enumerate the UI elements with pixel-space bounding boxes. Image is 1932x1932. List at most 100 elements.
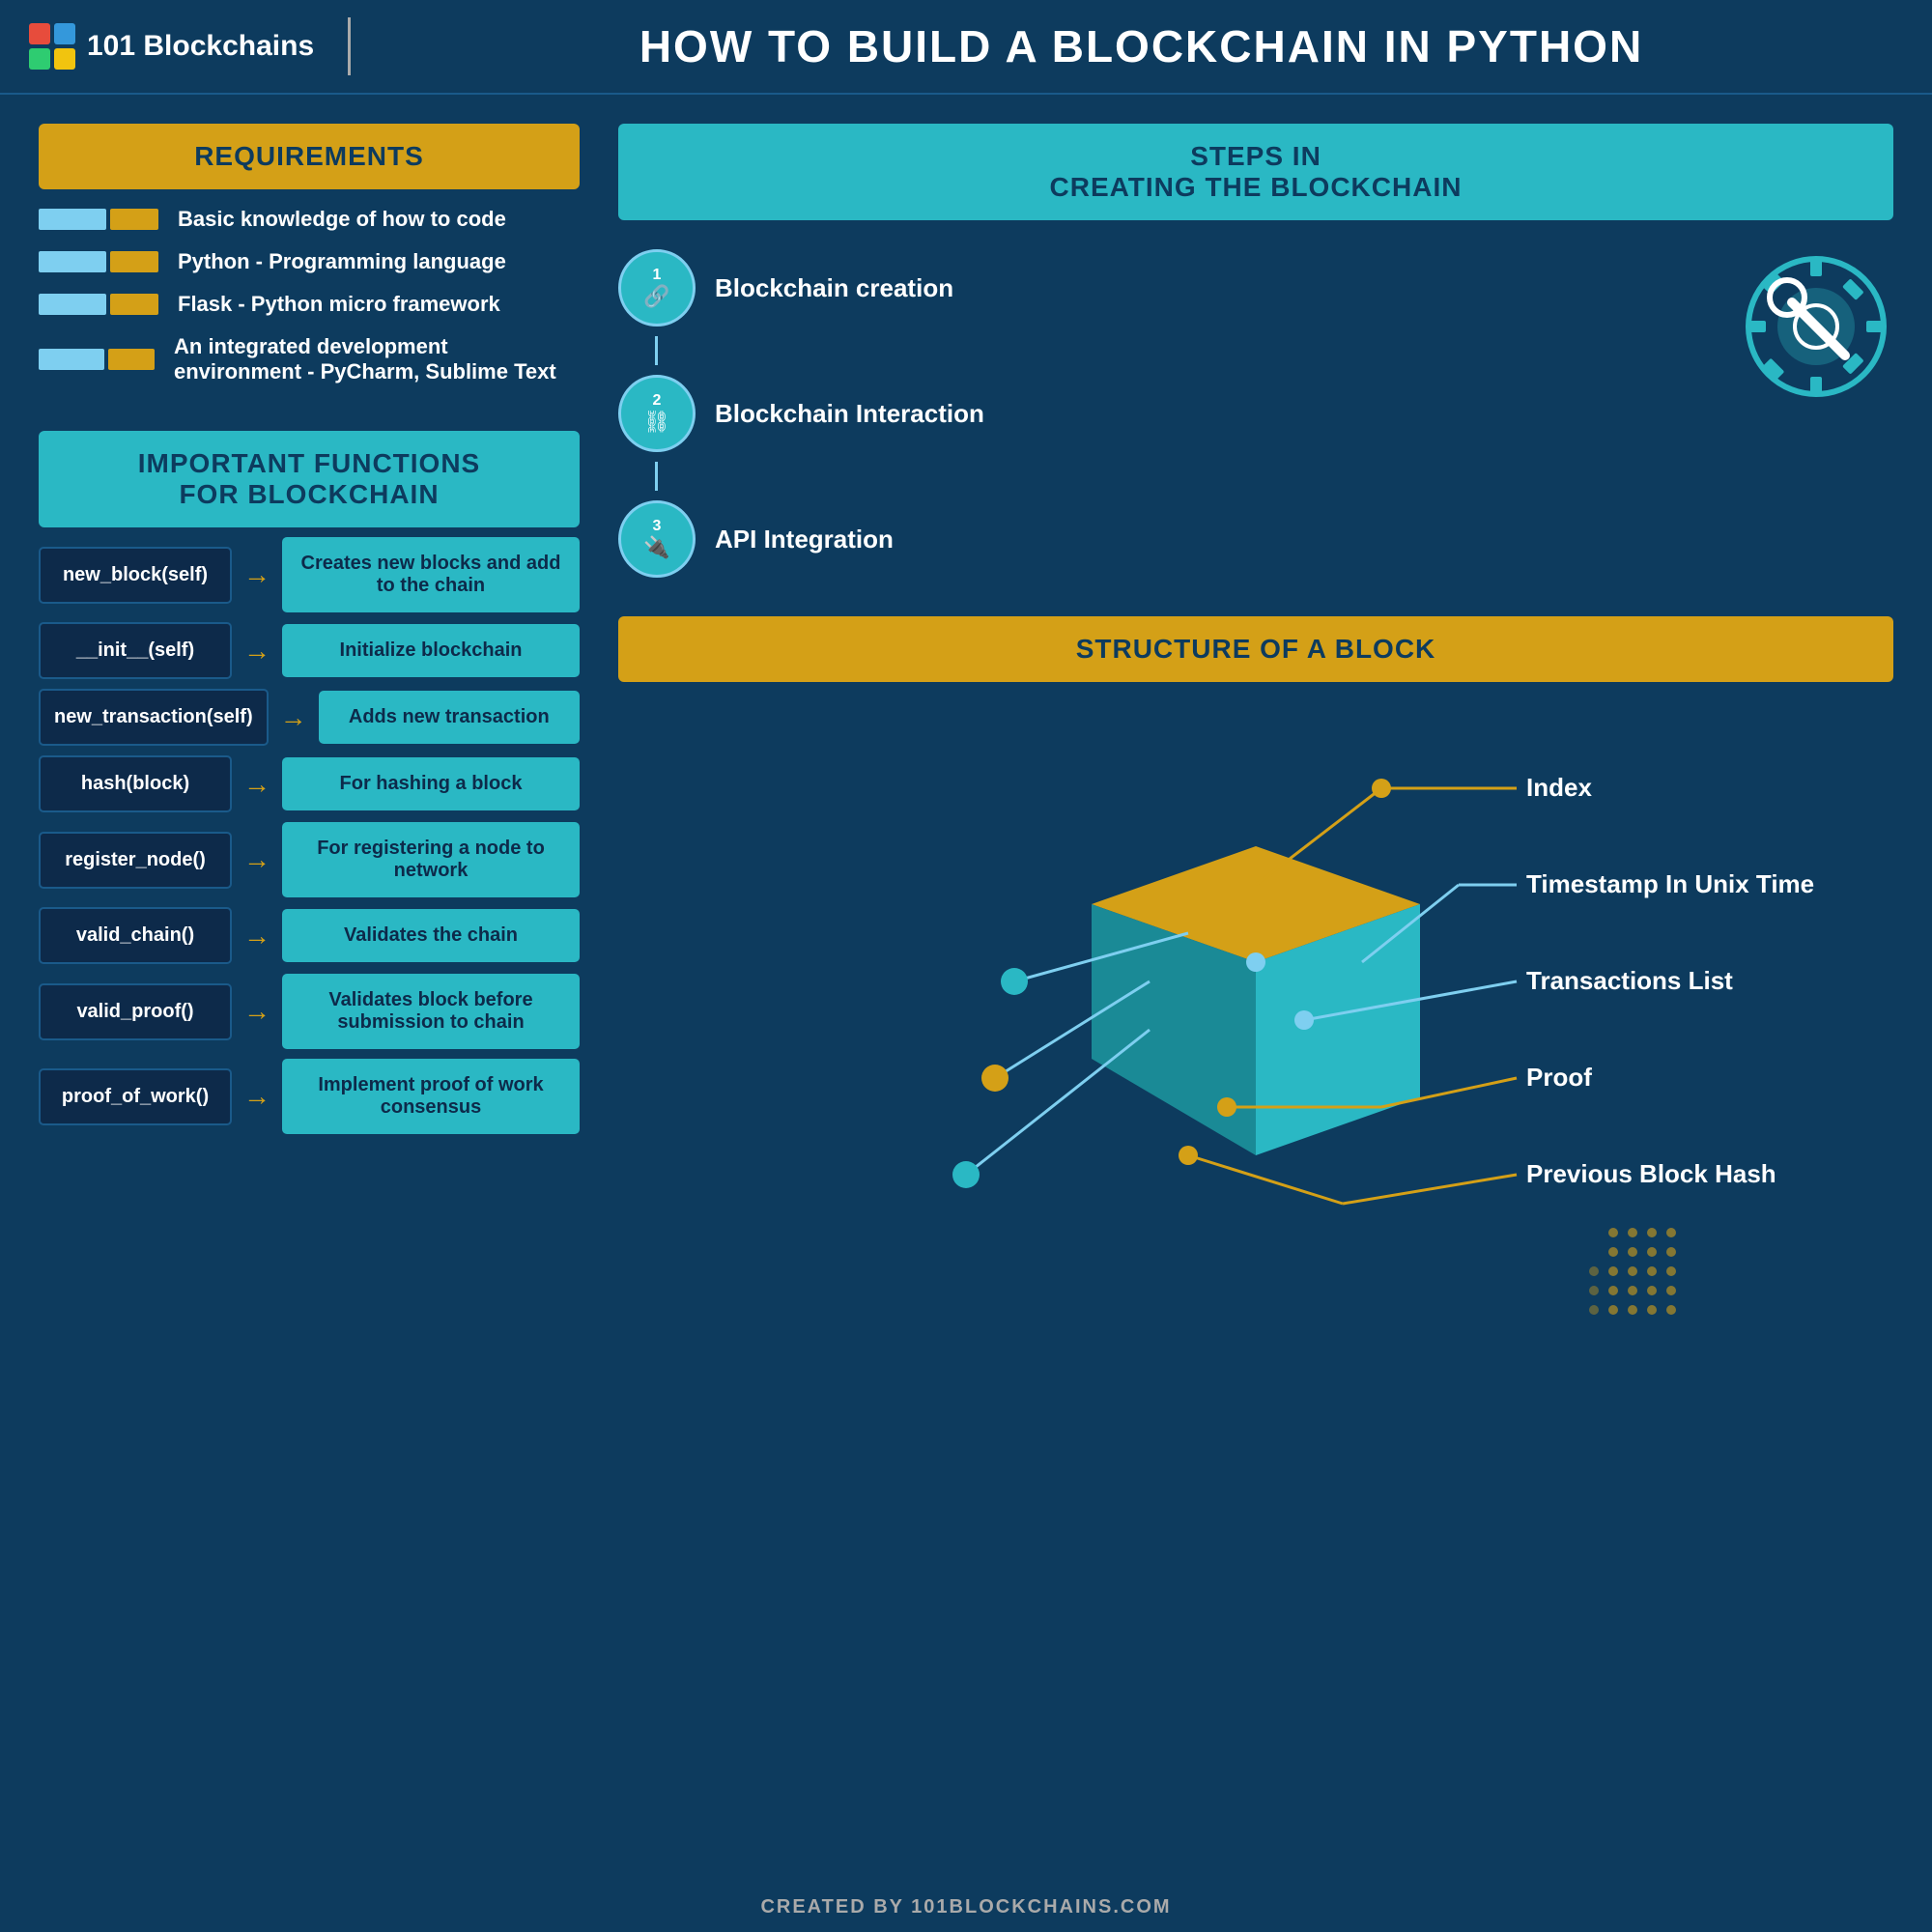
tools-icon — [1739, 249, 1893, 404]
fn-name-4: register_node() — [39, 832, 232, 889]
block-structure-svg: Index Timestamp In Unix Time Transaction… — [618, 692, 1893, 1349]
steps-header: STEPS IN CREATING THE BLOCKCHAIN — [618, 124, 1893, 220]
step-label-2: API Integration — [715, 525, 894, 554]
fn-item-4: register_node() → For registering a node… — [39, 822, 580, 897]
svg-text:Proof: Proof — [1526, 1063, 1592, 1092]
requirements-list: Basic knowledge of how to code Python - … — [39, 207, 580, 384]
fn-item-6: valid_proof() → Validates block before s… — [39, 974, 580, 1049]
fn-item-1: __init__(self) → Initialize blockchain — [39, 622, 580, 679]
fn-item-0: new_block(self) → Creates new blocks and… — [39, 537, 580, 612]
functions-title-line1: IMPORTANT FUNCTIONS — [138, 448, 480, 478]
req-item-4: An integrated development environment - … — [39, 334, 580, 384]
requirements-section: REQUIREMENTS Basic knowledge of how to c… — [39, 124, 580, 402]
req-bar-gold-4 — [108, 349, 155, 370]
req-text-3: Flask - Python micro framework — [178, 292, 500, 317]
req-item-1: Basic knowledge of how to code — [39, 207, 580, 232]
req-bar-blue-1 — [39, 209, 106, 230]
req-bar-3 — [39, 294, 158, 315]
req-text-4: An integrated development environment - … — [174, 334, 580, 384]
fn-item-2: new_transaction(self) → Adds new transac… — [39, 689, 580, 746]
fn-name-5: valid_chain() — [39, 907, 232, 964]
block-diagram: Index Timestamp In Unix Time Transaction… — [618, 692, 1893, 1349]
step-label-0: Blockchain creation — [715, 273, 953, 303]
fn-arrow-0: → — [243, 559, 270, 590]
logo-area: 101 Blockchains — [29, 23, 319, 70]
block-structure-header: STRUCTURE OF A BLOCK — [618, 616, 1893, 682]
req-item-3: Flask - Python micro framework — [39, 292, 580, 317]
req-bar-gold-1 — [110, 209, 158, 230]
fn-arrow-3: → — [243, 769, 270, 800]
functions-section: IMPORTANT FUNCTIONS FOR BLOCKCHAIN new_b… — [39, 431, 580, 1144]
fn-name-7: proof_of_work() — [39, 1068, 232, 1125]
step-item-0: 1 🔗 Blockchain creation — [618, 249, 953, 327]
step-num-1: 2 — [653, 392, 662, 410]
req-bar-blue-4 — [39, 349, 104, 370]
step-num-0: 1 — [653, 267, 662, 284]
fn-desc-6: Validates block before submission to cha… — [282, 974, 580, 1049]
steps-flow: 1 🔗 Blockchain creation 2 ⛓ Blockchain I… — [618, 240, 984, 587]
logo-sq-blue — [54, 23, 75, 44]
steps-section: STEPS IN CREATING THE BLOCKCHAIN 1 🔗 Blo… — [618, 124, 1893, 587]
fn-arrow-1: → — [243, 636, 270, 667]
svg-text:Timestamp In Unix Time: Timestamp In Unix Time — [1526, 869, 1814, 898]
req-bar-blue-3 — [39, 294, 106, 315]
step-icon-0: 🔗 — [643, 284, 669, 309]
step-connector-0 — [655, 336, 658, 365]
fn-desc-5: Validates the chain — [282, 909, 580, 962]
fn-name-3: hash(block) — [39, 755, 232, 812]
step-item-1: 2 ⛓ Blockchain Interaction — [618, 375, 984, 452]
req-item-2: Python - Programming language — [39, 249, 580, 274]
svg-text:Transactions List: Transactions List — [1526, 966, 1733, 995]
header: 101 Blockchains HOW TO BUILD A BLOCKCHAI… — [0, 0, 1932, 95]
fn-arrow-5: → — [243, 921, 270, 952]
req-bar-2 — [39, 251, 158, 272]
fn-item-5: valid_chain() → Validates the chain — [39, 907, 580, 964]
functions-title-line2: FOR BLOCKCHAIN — [179, 479, 439, 509]
main-content: REQUIREMENTS Basic knowledge of how to c… — [0, 95, 1932, 1882]
fn-desc-4: For registering a node to network — [282, 822, 580, 897]
fn-arrow-4: → — [243, 844, 270, 875]
logo-sq-red — [29, 23, 50, 44]
step-icon-1: ⛓ — [643, 410, 670, 435]
req-text-2: Python - Programming language — [178, 249, 506, 274]
functions-header: IMPORTANT FUNCTIONS FOR BLOCKCHAIN — [39, 431, 580, 527]
step-circle-1: 2 ⛓ — [618, 375, 696, 452]
logo-sq-green — [29, 48, 50, 70]
logo-sq-yellow — [54, 48, 75, 70]
block-structure-section: STRUCTURE OF A BLOCK — [618, 616, 1893, 1853]
fn-desc-3: For hashing a block — [282, 757, 580, 810]
svg-text:Index: Index — [1526, 773, 1592, 802]
step-circle-0: 1 🔗 — [618, 249, 696, 327]
footer-text: CREATED BY 101BLOCKCHAINS.COM — [760, 1896, 1171, 1918]
steps-list: 1 🔗 Blockchain creation 2 ⛓ Blockchain I… — [618, 240, 1893, 587]
step-icon-2: 🔌 — [643, 535, 669, 560]
functions-list: new_block(self) → Creates new blocks and… — [39, 537, 580, 1134]
fn-desc-7: Implement proof of work consensus — [282, 1059, 580, 1134]
svg-text:Previous Block Hash: Previous Block Hash — [1526, 1159, 1776, 1188]
fn-name-1: __init__(self) — [39, 622, 232, 679]
req-text-1: Basic knowledge of how to code — [178, 207, 506, 232]
fn-name-6: valid_proof() — [39, 983, 232, 1040]
req-bar-gold-2 — [110, 251, 158, 272]
fn-desc-2: Adds new transaction — [319, 691, 580, 744]
fn-desc-0: Creates new blocks and add to the chain — [282, 537, 580, 612]
fn-arrow-6: → — [243, 996, 270, 1027]
footer: CREATED BY 101BLOCKCHAINS.COM — [0, 1883, 1932, 1932]
fn-item-3: hash(block) → For hashing a block — [39, 755, 580, 812]
left-column: REQUIREMENTS Basic knowledge of how to c… — [39, 124, 580, 1853]
steps-title-line1: STEPS IN — [1190, 141, 1321, 171]
step-circle-2: 3 🔌 — [618, 500, 696, 578]
step-item-2: 3 🔌 API Integration — [618, 500, 894, 578]
step-connector-1 — [655, 462, 658, 491]
logo-text: 101 Blockchains — [87, 30, 314, 63]
fn-item-7: proof_of_work() → Implement proof of wor… — [39, 1059, 580, 1134]
fn-desc-1: Initialize blockchain — [282, 624, 580, 677]
req-bar-1 — [39, 209, 158, 230]
fn-arrow-7: → — [243, 1081, 270, 1112]
req-bar-4 — [39, 349, 155, 370]
req-bar-blue-2 — [39, 251, 106, 272]
page-title: HOW TO BUILD A BLOCKCHAIN IN PYTHON — [380, 20, 1903, 72]
step-num-2: 3 — [653, 518, 662, 535]
tools-icon-area — [1739, 249, 1893, 409]
req-bar-gold-3 — [110, 294, 158, 315]
